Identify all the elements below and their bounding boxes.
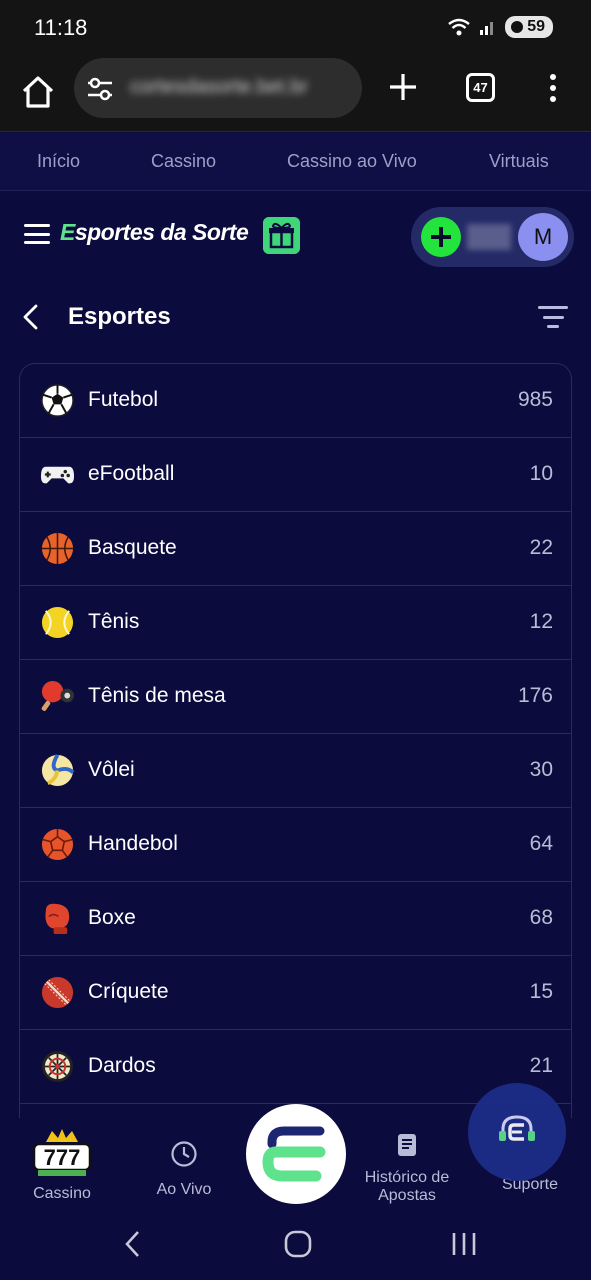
site-nav: Início Cassino Cassino ao Vivo Virtuais	[0, 133, 591, 191]
nav-cassino[interactable]: Cassino	[151, 151, 216, 172]
new-tab-icon[interactable]	[386, 70, 420, 104]
brand-mark-icon	[262, 1126, 326, 1182]
balance-value[interactable]: R$	[467, 224, 511, 250]
filter-icon[interactable]	[538, 306, 568, 328]
sport-count: 10	[529, 462, 553, 485]
sport-name: Críquete	[88, 980, 169, 1003]
sport-row-basquete[interactable]: Basquete 22	[20, 512, 571, 586]
page-title: Esportes	[68, 303, 171, 330]
sport-row-volei[interactable]: Vôlei 30	[20, 734, 571, 808]
avatar[interactable]: M	[518, 213, 568, 261]
nav-inicio[interactable]: Início	[37, 151, 80, 172]
clock-icon	[171, 1141, 197, 1167]
android-nav-bar	[0, 1212, 591, 1280]
volleyball-icon	[41, 753, 75, 787]
sport-row-tenis[interactable]: Tênis 12	[20, 586, 571, 660]
sport-count: 176	[517, 684, 553, 707]
basketball-icon	[41, 532, 74, 565]
tab-switcher-button[interactable]: 47	[466, 73, 495, 102]
bottom-nav-label: Apostas	[378, 1187, 436, 1204]
system-home-icon[interactable]	[284, 1230, 312, 1258]
cricket-ball-icon	[41, 976, 74, 1009]
sport-row-criquete[interactable]: Críquete 15	[20, 956, 571, 1030]
ping-pong-icon	[41, 680, 75, 711]
system-recents-icon[interactable]	[450, 1230, 478, 1258]
sport-row-boxe[interactable]: Boxe 68	[20, 882, 571, 956]
bottom-nav-label: Ao Vivo	[156, 1181, 212, 1198]
sports-list: Futebol 985 eFootball 10 Basquete 22 Tên…	[19, 363, 572, 1123]
sport-name: Basquete	[88, 536, 177, 559]
slot-777-icon: 777	[32, 1129, 92, 1176]
sport-row-handebol[interactable]: Handebol 64	[20, 808, 571, 882]
soccer-ball-icon	[41, 384, 74, 417]
handball-icon	[41, 828, 74, 861]
deposit-button[interactable]	[421, 217, 461, 257]
status-bar: 11:18 59	[0, 0, 591, 54]
home-logo-button[interactable]	[246, 1104, 346, 1204]
receipt-icon	[398, 1134, 416, 1156]
sport-name: Tênis	[88, 610, 140, 633]
headset-icon	[499, 1115, 535, 1141]
boxing-glove-icon	[45, 903, 70, 935]
bottom-nav-label: Cassino	[33, 1185, 91, 1202]
gift-icon[interactable]	[263, 217, 300, 254]
battery-indicator: 59	[505, 16, 553, 38]
bottom-nav-ao-vivo[interactable]: Ao Vivo	[146, 1140, 222, 1199]
back-arrow-icon[interactable]	[20, 304, 42, 330]
nav-virtuais[interactable]: Virtuais	[489, 151, 549, 172]
bottom-nav-historico[interactable]: Histórico de Apostas	[356, 1132, 458, 1205]
sport-row-efootball[interactable]: eFootball 10	[20, 438, 571, 512]
sport-name: Vôlei	[88, 758, 135, 781]
bottom-nav-label: Histórico de	[364, 1169, 450, 1186]
browser-toolbar: cortesdasorte.bet.br 47	[0, 54, 591, 132]
status-time: 11:18	[34, 15, 88, 40]
hamburger-menu-icon[interactable]	[24, 224, 50, 244]
sport-name: Handebol	[88, 832, 178, 855]
address-bar[interactable]: cortesdasorte.bet.br	[74, 58, 362, 118]
system-back-icon[interactable]	[122, 1230, 144, 1258]
sport-row-futebol[interactable]: Futebol 985	[20, 364, 571, 438]
bottom-nav-cassino[interactable]: 777 Cassino	[22, 1128, 102, 1203]
sport-name: Boxe	[88, 906, 136, 929]
sport-name: eFootball	[88, 462, 175, 485]
sport-name: Tênis de mesa	[88, 684, 226, 707]
sport-count: 64	[529, 832, 553, 855]
sport-name: Dardos	[88, 1054, 156, 1077]
url-text: cortesdasorte.bet.br	[130, 76, 308, 98]
svg-text:777: 777	[44, 1145, 81, 1170]
sport-count: 15	[529, 980, 553, 1003]
wifi-icon	[448, 18, 470, 36]
more-menu-icon[interactable]	[540, 70, 566, 106]
sport-count: 68	[529, 906, 553, 929]
support-chat-button[interactable]	[468, 1083, 566, 1181]
sport-count: 21	[529, 1054, 553, 1077]
nav-cassino-ao-vivo[interactable]: Cassino ao Vivo	[287, 151, 417, 172]
tennis-ball-icon	[41, 606, 74, 639]
sport-count: 22	[529, 536, 553, 559]
home-icon[interactable]	[18, 72, 58, 112]
brand-logo[interactable]: Esportes da Sorte	[60, 219, 249, 246]
signal-icon	[480, 22, 494, 35]
account-pill: R$ M	[411, 207, 574, 267]
sport-count: 12	[529, 610, 553, 633]
dartboard-icon	[41, 1050, 74, 1083]
site-settings-icon[interactable]	[86, 76, 114, 102]
sport-count: 30	[529, 758, 553, 781]
sport-count: 985	[517, 388, 553, 411]
sport-row-tenis-de-mesa[interactable]: Tênis de mesa 176	[20, 660, 571, 734]
status-icons: 59	[447, 16, 553, 38]
gamepad-icon	[40, 466, 75, 484]
sport-name: Futebol	[88, 388, 159, 411]
